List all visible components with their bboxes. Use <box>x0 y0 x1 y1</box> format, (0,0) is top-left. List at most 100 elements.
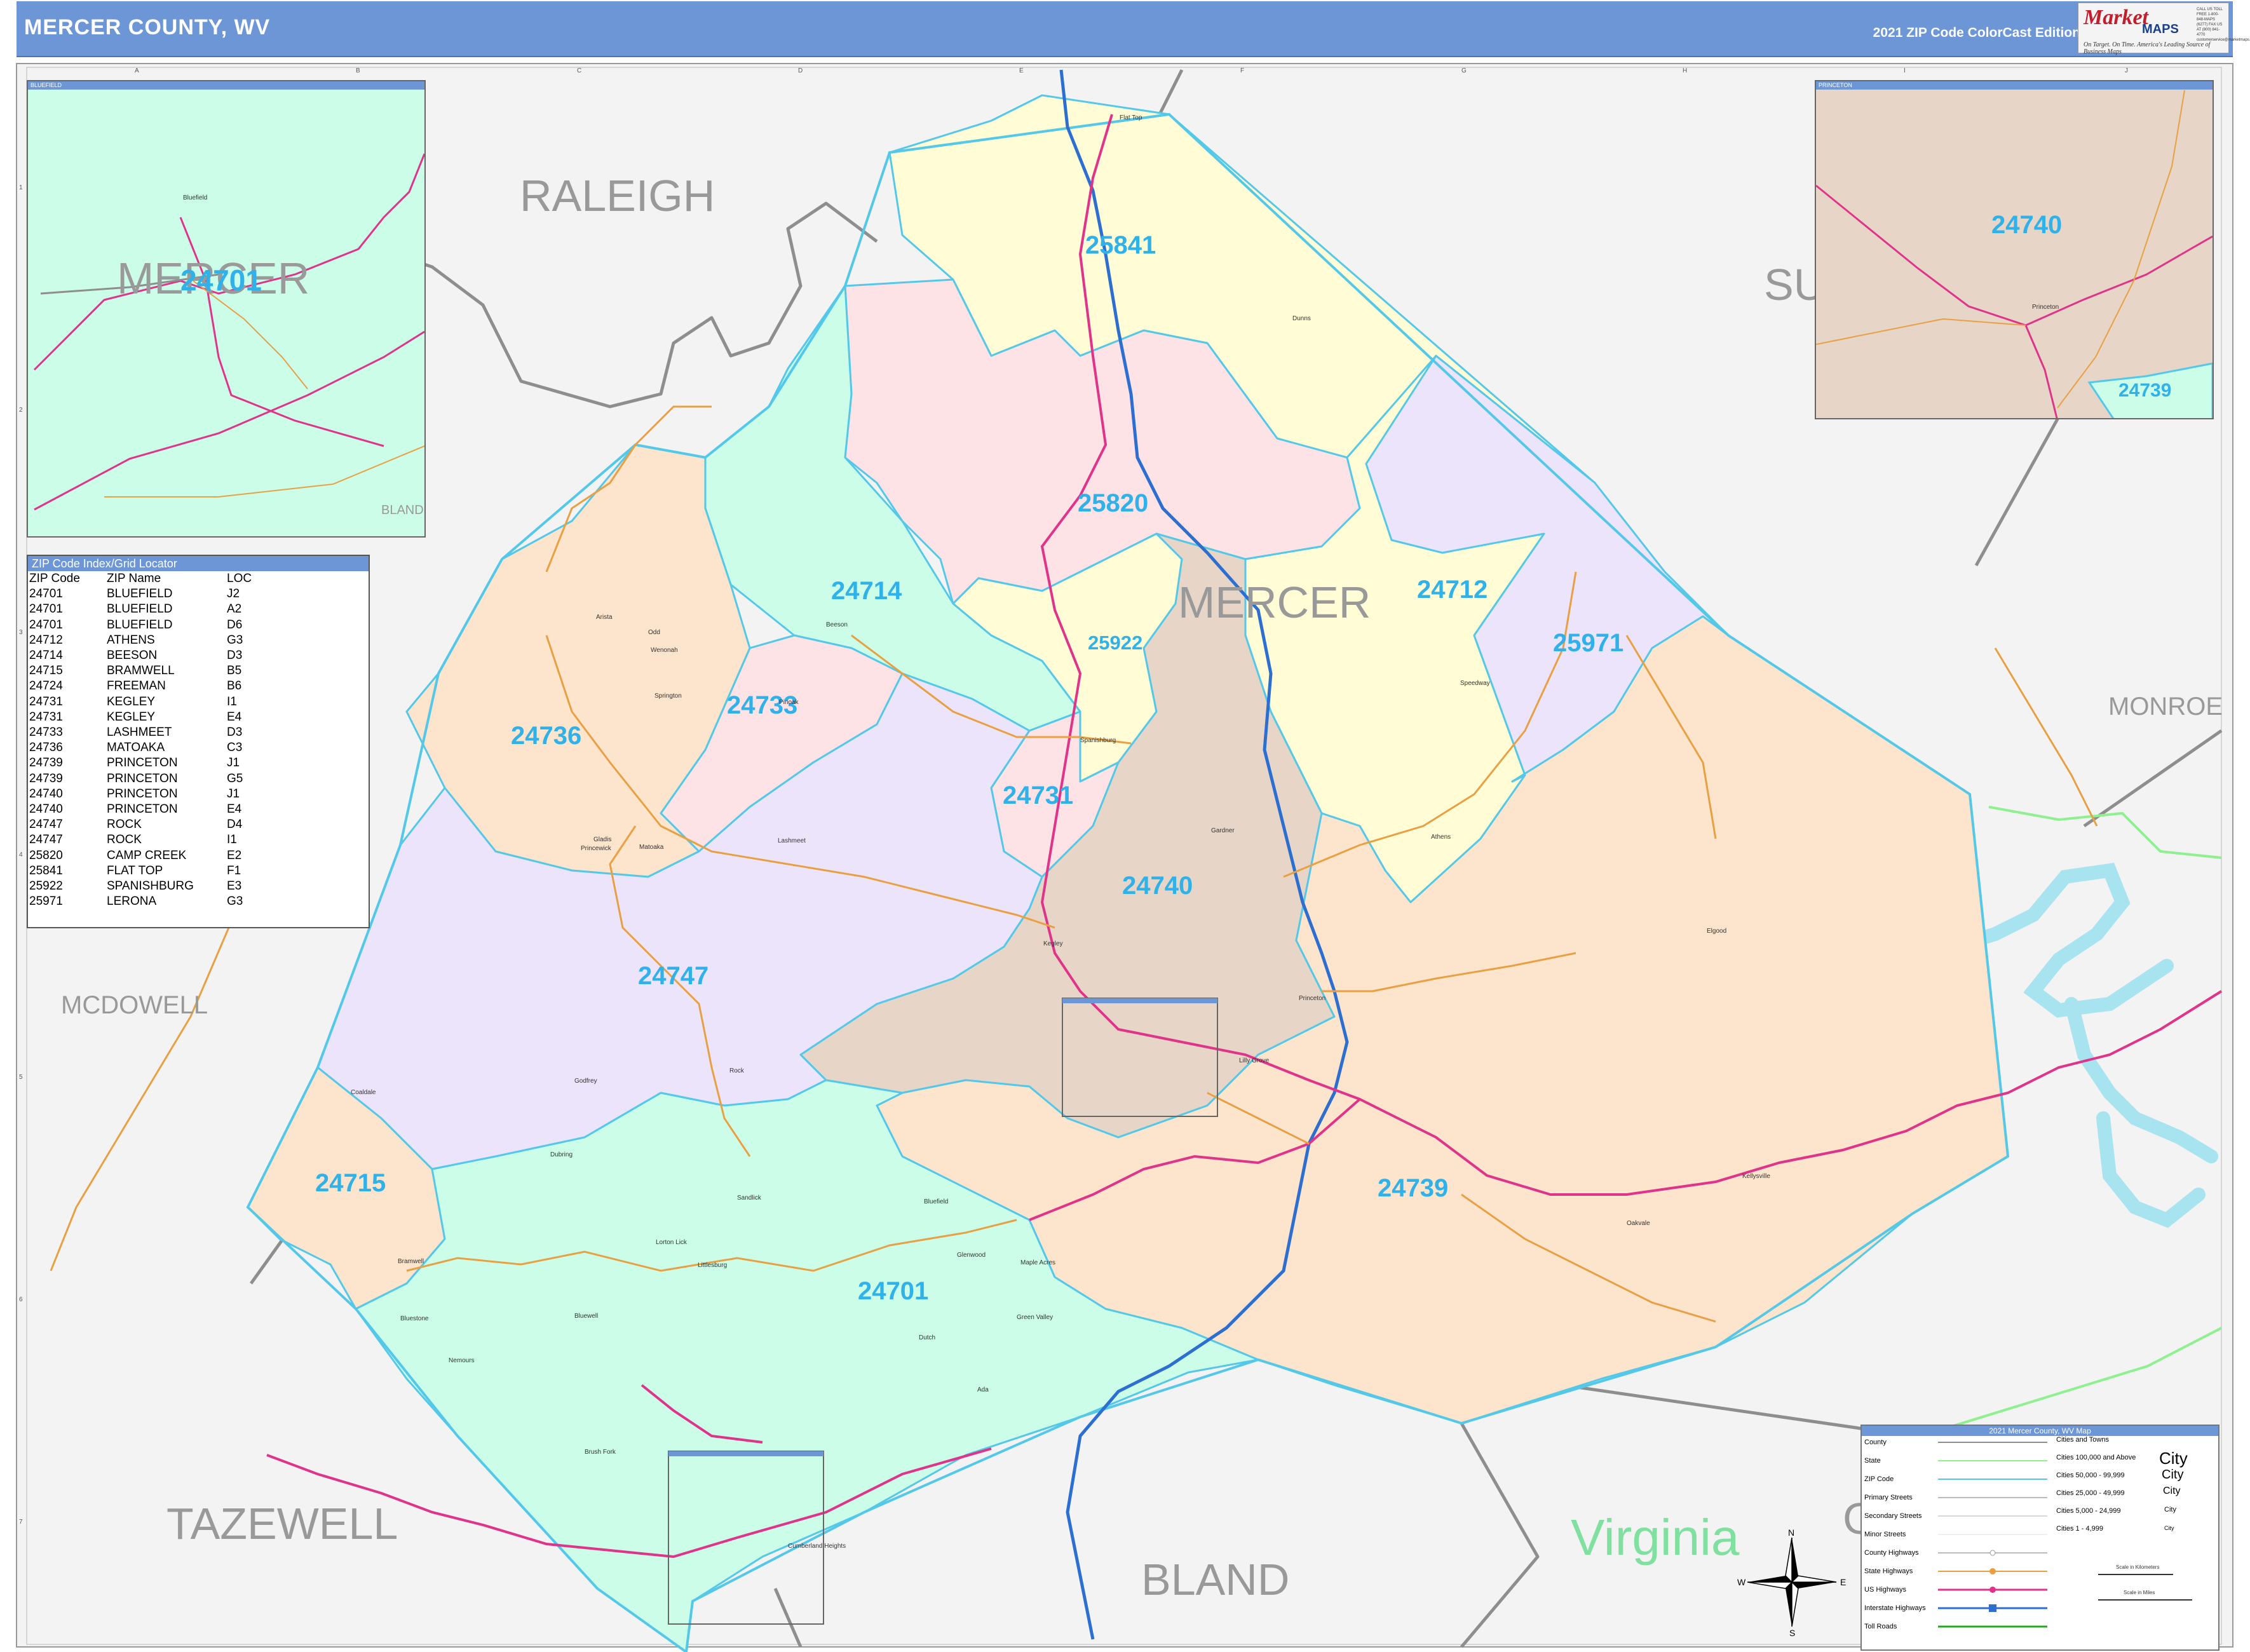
loc-cell: D3 <box>227 649 243 663</box>
legend-title: 2021 Mercer County, WV Map <box>1862 1426 2218 1436</box>
zip-cell: 24740 <box>29 802 63 816</box>
zip-name-cell: BRAMWELL <box>107 664 175 678</box>
table-row: 24736 MATOAKA C3 <box>29 740 252 755</box>
zip-index-header-row: ZIP Code ZIP Name LOC <box>29 571 252 586</box>
zip-name-cell: BLUEFIELD <box>107 618 173 632</box>
legend-city-sample: City <box>2163 1486 2181 1496</box>
princeton-inset-city: Princeton <box>2032 304 2059 311</box>
loc-cell: J2 <box>227 587 240 601</box>
table-row: 24712 ATHENS G3 <box>29 633 252 648</box>
zip-index-table: ZIP Code Index/Grid Locator ZIP Code ZIP… <box>27 555 370 928</box>
zip-cell: 24701 <box>29 602 63 616</box>
legend-city-class: Cities 5,000 - 24,999 <box>2056 1507 2121 1515</box>
zip-index-col-header: LOC <box>227 572 252 585</box>
table-row: 25922 SPANISHBURG E3 <box>29 879 252 894</box>
legend-item-state-hwy: State Highways <box>1864 1567 1913 1575</box>
bluefield-inset-roads <box>33 153 424 511</box>
table-row: 25820 CAMP CREEK E2 <box>29 848 252 863</box>
legend-item-us-hwy: US Highways <box>1864 1586 1907 1594</box>
zip-name-cell: MATOAKA <box>107 741 165 755</box>
zip-cell: 24739 <box>29 756 63 770</box>
loc-cell: D3 <box>227 726 243 740</box>
legend-item-county: County <box>1864 1439 1887 1446</box>
zip-name-cell: CAMP CREEK <box>107 848 187 862</box>
bluefield-inset-bland: BLAND <box>381 503 424 517</box>
zip-name-cell: ATHENS <box>107 633 155 647</box>
legend-item-county-hwy: County Highways <box>1864 1549 1919 1557</box>
loc-cell: G3 <box>227 895 243 909</box>
zip-cell: 24736 <box>29 741 63 755</box>
zip-index-col-header: ZIP Name <box>107 572 161 585</box>
table-row: 24714 BEESON D3 <box>29 648 252 663</box>
table-row: 24701 BLUEFIELD D6 <box>29 618 252 633</box>
zip-cell: 25922 <box>29 879 63 893</box>
table-row: 24740 PRINCETON J1 <box>29 787 252 802</box>
zip-name-cell: KEGLEY <box>107 694 156 708</box>
zip-cell: 24701 <box>29 587 63 601</box>
legend-city-sample: City <box>2164 1506 2176 1513</box>
loc-cell: E4 <box>227 802 242 816</box>
loc-cell: F1 <box>227 863 241 877</box>
table-row: 24739 PRINCETON J1 <box>29 755 252 771</box>
legend-city-class: Cities 50,000 - 99,999 <box>2056 1472 2125 1479</box>
zip-index-col-header: ZIP Code <box>29 572 80 585</box>
legend-item-state: State <box>1864 1457 1881 1465</box>
loc-cell: B5 <box>227 664 242 678</box>
legend-scale-km: Scale in Kilometers <box>2116 1564 2160 1570</box>
table-row: 25971 LERONA G3 <box>29 894 252 909</box>
table-row: 24739 PRINCETON G5 <box>29 771 252 787</box>
bluefield-inset-city: Bluefield <box>183 194 208 201</box>
zip-cell: 24740 <box>29 787 63 801</box>
legend-city-class: Cities 100,000 and Above <box>2056 1454 2136 1461</box>
legend-city-class: Cities 1 - 4,999 <box>2056 1525 2103 1533</box>
zip-name-cell: FREEMAN <box>107 679 166 693</box>
zip-cell: 24714 <box>29 649 63 663</box>
legend-item-zip: ZIP Code <box>1864 1475 1894 1483</box>
zip-cell: 24731 <box>29 694 63 708</box>
zip-name-cell: PRINCETON <box>107 771 178 785</box>
zip-cell: 25841 <box>29 863 63 877</box>
legend-item-toll: Toll Roads <box>1864 1623 1897 1630</box>
zip-name-cell: FLAT TOP <box>107 863 163 877</box>
zip-cell: 24747 <box>29 818 63 832</box>
loc-cell: J1 <box>227 787 240 801</box>
zip-cell: 24731 <box>29 710 63 724</box>
zip-cell: 24712 <box>29 633 63 647</box>
princeton-inset-zip-lower: 24739 <box>2118 380 2172 401</box>
table-row: 24701 BLUEFIELD J2 <box>29 586 252 602</box>
legend-item-interstate: Interstate Highways <box>1864 1604 1926 1612</box>
loc-cell: I1 <box>227 694 237 708</box>
table-row: 24724 FREEMAN B6 <box>29 679 252 694</box>
zip-name-cell: SPANISHBURG <box>107 879 194 893</box>
loc-cell: G3 <box>227 633 243 647</box>
loc-cell: B6 <box>227 679 242 693</box>
zip-cell: 25820 <box>29 848 63 862</box>
loc-cell: E3 <box>227 879 242 893</box>
legend-city-sample: City <box>2164 1525 2174 1531</box>
zip-name-cell: BEESON <box>107 649 158 663</box>
loc-cell: J1 <box>227 756 240 770</box>
table-row: 25841 FLAT TOP F1 <box>29 863 252 879</box>
legend-item-minor: Minor Streets <box>1864 1531 1906 1538</box>
zip-cell: 24739 <box>29 771 63 785</box>
bluefield-inset-title: BLUEFIELD <box>28 81 424 90</box>
zip-index-title: ZIP Code Index/Grid Locator <box>28 556 369 571</box>
legend-item-secondary: Secondary Streets <box>1864 1512 1922 1520</box>
zip-name-cell: ROCK <box>107 833 142 847</box>
legend-cities-title: Cities and Towns <box>2056 1436 2109 1444</box>
princeton-inset-bar <box>1062 998 1217 1003</box>
loc-cell: D6 <box>227 618 243 632</box>
table-row: 24715 BRAMWELL B5 <box>29 663 252 679</box>
loc-cell: E2 <box>227 848 242 862</box>
loc-cell: D4 <box>227 818 243 832</box>
bluefield-inset[interactable]: BLUEFIELD MERCER 24701 BLAND Bluefield <box>27 80 426 538</box>
zip-cell: 24724 <box>29 679 63 693</box>
princeton-inset[interactable]: PRINCETON 24740 24739 Princeton <box>1815 80 2214 419</box>
table-row: 24747 ROCK D4 <box>29 817 252 832</box>
princeton-inset-title: PRINCETON <box>1816 81 2213 90</box>
legend-item-primary: Primary Streets <box>1864 1494 1913 1501</box>
legend-city-sample: City <box>2159 1449 2188 1468</box>
legend-city-sample: City <box>2162 1468 2184 1482</box>
table-row: 24747 ROCK I1 <box>29 832 252 848</box>
zip-name-cell: BLUEFIELD <box>107 602 173 616</box>
